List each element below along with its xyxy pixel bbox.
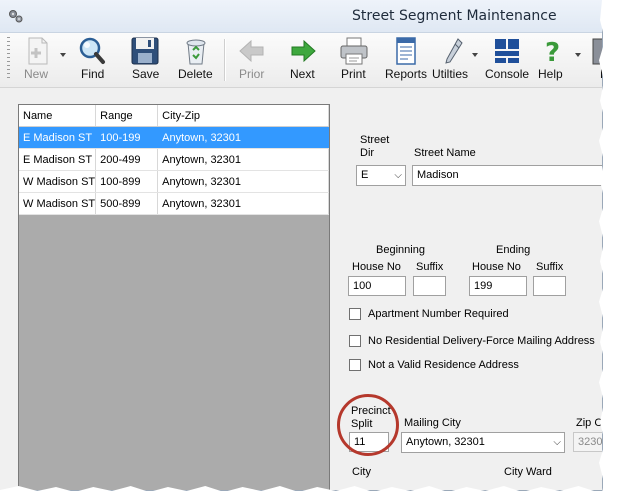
chevron-down-icon: ⌵ (553, 437, 561, 448)
report-icon (396, 37, 416, 65)
delete-button[interactable]: Delete (176, 33, 216, 85)
segments-list-panel[interactable]: Name Range City-Zip E Madison ST 100-199… (18, 104, 330, 490)
end-suffix-label: Suffix (536, 261, 564, 273)
cell-city-zip: Anytown, 32301 (157, 126, 329, 149)
recycle-bin-icon (186, 39, 206, 65)
new-dropdown-arrow-icon[interactable] (60, 53, 66, 57)
street-name-field[interactable]: Madison (412, 165, 602, 186)
apartment-required-label: Apartment Number Required (368, 308, 509, 320)
save-label: Save (132, 67, 160, 81)
mailing-city-label: Mailing City (404, 417, 461, 429)
toolbar-separator (224, 39, 226, 81)
printer-icon (340, 37, 368, 65)
utilties-button[interactable]: Utilties (430, 33, 474, 85)
cell-city-zip: Anytown, 32301 (157, 148, 329, 171)
ending-label: Ending (496, 244, 531, 256)
help-dropdown-arrow-icon[interactable] (575, 53, 581, 57)
end-house-no-field[interactable]: 199 (469, 276, 527, 296)
not-valid-residence-label: Not a Valid Residence Address (368, 359, 519, 371)
toolbar: New Find Save Delete Prior Next Print Re… (0, 33, 602, 88)
cell-city-zip: Anytown, 32301 (157, 170, 329, 193)
end-house-no-label: House No (472, 261, 521, 273)
floppy-disk-icon (131, 37, 159, 65)
find-label: Find (81, 67, 105, 81)
apartment-required-checkbox[interactable] (349, 308, 361, 320)
street-segment-window: Street Segment Maintenance New Find Save… (0, 0, 603, 491)
beginning-label: Beginning (376, 244, 425, 256)
svg-text:?: ? (545, 38, 560, 66)
console-button[interactable]: Console (484, 33, 530, 85)
new-button[interactable]: New (18, 33, 58, 85)
table-row[interactable]: W Madison ST 500-899 Anytown, 32301 (19, 192, 329, 215)
begin-house-no-label: House No (352, 261, 401, 273)
cell-name: E Madison ST (19, 148, 97, 171)
city-label: City (352, 466, 371, 478)
segments-table: Name Range City-Zip E Madison ST 100-199… (19, 105, 329, 215)
begin-suffix-label: Suffix (416, 261, 444, 273)
window-title: Street Segment Maintenance (352, 8, 557, 24)
arrow-right-icon (291, 39, 316, 63)
table-row[interactable]: E Madison ST 100-199 Anytown, 32301 (19, 126, 329, 149)
chevron-down-icon: ⌵ (394, 170, 402, 181)
begin-suffix-field[interactable] (413, 276, 446, 296)
toolbar-grip[interactable] (7, 37, 10, 81)
highlight-circle (337, 394, 399, 456)
prior-button[interactable]: Prior (234, 33, 270, 85)
console-label: Console (485, 67, 530, 81)
zip-code-field[interactable]: 32301 (573, 432, 602, 452)
column-header-range[interactable]: Range (95, 105, 159, 127)
find-button[interactable]: Find (74, 33, 110, 85)
no-residential-delivery-checkbox[interactable] (349, 335, 361, 347)
title-bar: Street Segment Maintenance (0, 0, 602, 33)
street-dir-label-line2: Dir (360, 147, 375, 159)
delete-label: Delete (178, 67, 213, 81)
cell-city-zip: Anytown, 32301 (157, 192, 329, 215)
mailing-city-select[interactable]: Anytown, 32301 ⌵ (401, 432, 565, 453)
mailing-city-value: Anytown, 32301 (406, 436, 485, 448)
print-label: Print (341, 67, 366, 81)
no-residential-delivery-label: No Residential Delivery-Force Mailing Ad… (368, 335, 595, 347)
utilties-dropdown-arrow-icon[interactable] (472, 53, 478, 57)
new-document-icon (28, 37, 48, 65)
table-row[interactable]: E Madison ST 200-499 Anytown, 32301 (19, 148, 329, 171)
help-button[interactable]: ? Help (536, 33, 568, 85)
utilties-label: Utilties (432, 67, 469, 81)
cell-range: 200-499 (95, 148, 159, 171)
cell-range: 500-899 (95, 192, 159, 215)
begin-house-no-field[interactable]: 100 (348, 276, 406, 296)
print-button[interactable]: Print (336, 33, 372, 85)
cell-name: W Madison ST (19, 170, 97, 193)
cell-range: 100-899 (95, 170, 159, 193)
magnifier-icon (79, 37, 105, 64)
help-label: Help (538, 67, 563, 81)
save-button[interactable]: Save (128, 33, 162, 85)
reports-button[interactable]: Reports (384, 33, 428, 85)
end-suffix-field[interactable] (533, 276, 566, 296)
column-header-name[interactable]: Name (19, 105, 97, 127)
next-label: Next (290, 67, 315, 81)
arrow-left-icon (239, 39, 264, 63)
zip-code-label: Zip Co (576, 417, 603, 429)
cell-range: 100-199 (95, 126, 159, 149)
tools-icon (445, 38, 463, 64)
street-dir-label-line1: Street (360, 134, 390, 146)
street-dir-select[interactable]: E ⌵ (356, 165, 406, 186)
prior-label: Prior (239, 67, 265, 81)
new-label: New (24, 67, 49, 81)
street-name-label: Street Name (414, 147, 476, 159)
not-valid-residence-checkbox[interactable] (349, 359, 361, 371)
cell-name: E Madison ST (19, 126, 97, 149)
reports-label: Reports (385, 67, 428, 81)
help-icon: ? (545, 38, 560, 66)
column-header-city-zip[interactable]: City-Zip (157, 105, 329, 127)
table-row[interactable]: W Madison ST 100-899 Anytown, 32301 (19, 170, 329, 193)
table-header-row: Name Range City-Zip (19, 105, 329, 127)
city-ward-label: City Ward (504, 466, 552, 478)
console-icon (495, 39, 519, 63)
cell-name: W Madison ST (19, 192, 97, 215)
street-dir-value: E (361, 169, 369, 181)
app-icon[interactable] (8, 8, 24, 24)
next-button[interactable]: Next (286, 33, 320, 85)
